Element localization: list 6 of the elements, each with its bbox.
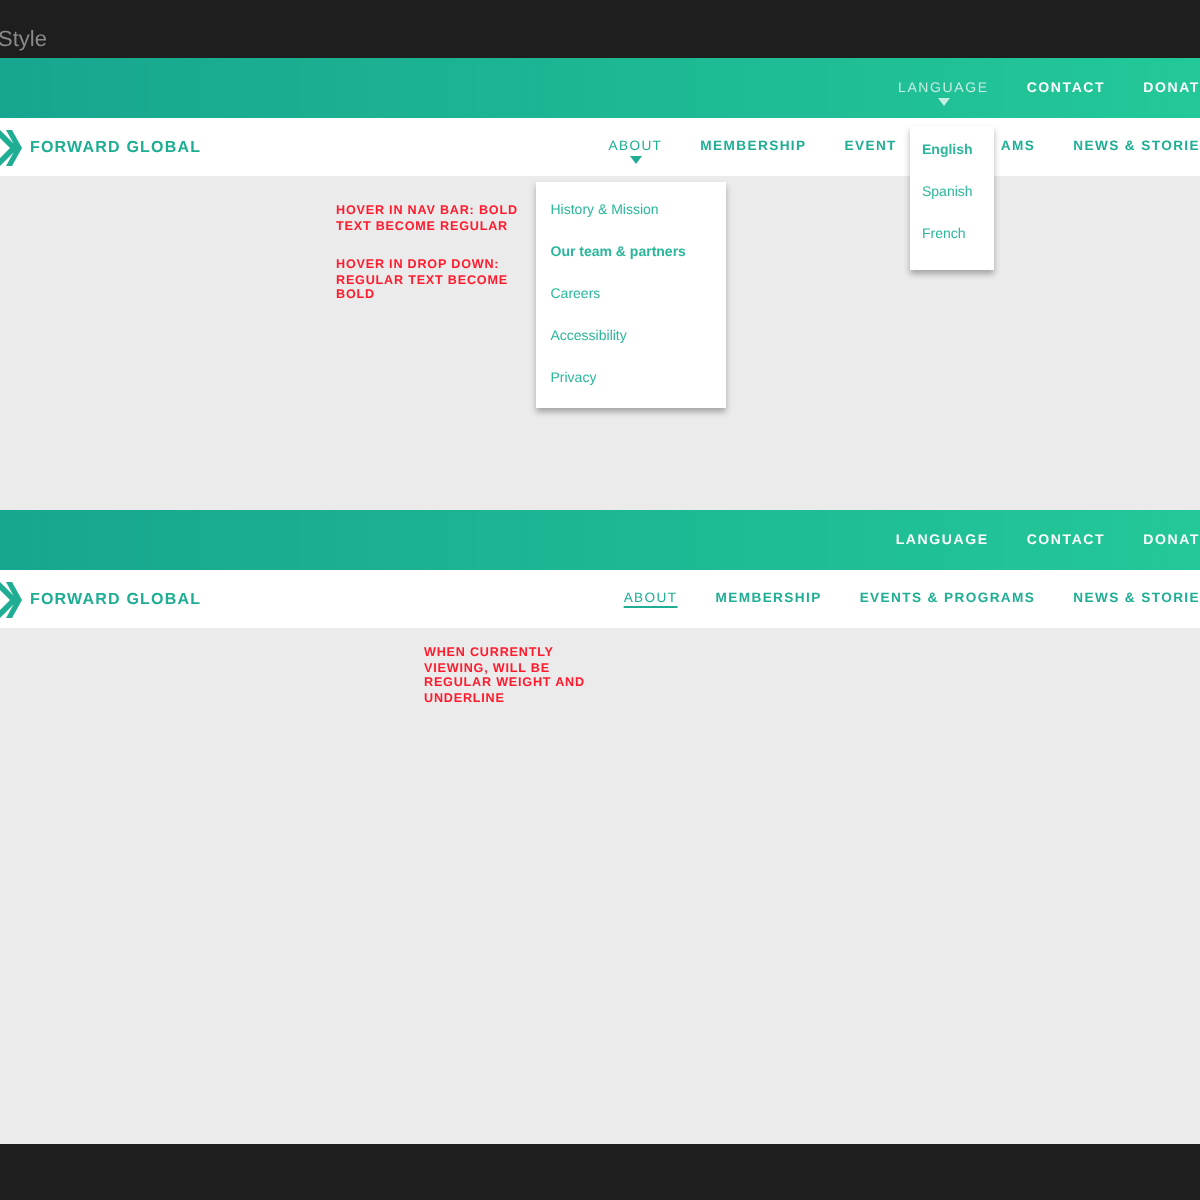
logo-text[interactable]: FORWARD GLOBAL	[30, 590, 202, 608]
logo-icon	[0, 129, 22, 165]
logo-text[interactable]: FORWARD GLOBAL	[30, 138, 202, 156]
caret-icon	[629, 156, 642, 164]
caret-icon	[937, 97, 950, 105]
logo-icon	[0, 581, 22, 617]
